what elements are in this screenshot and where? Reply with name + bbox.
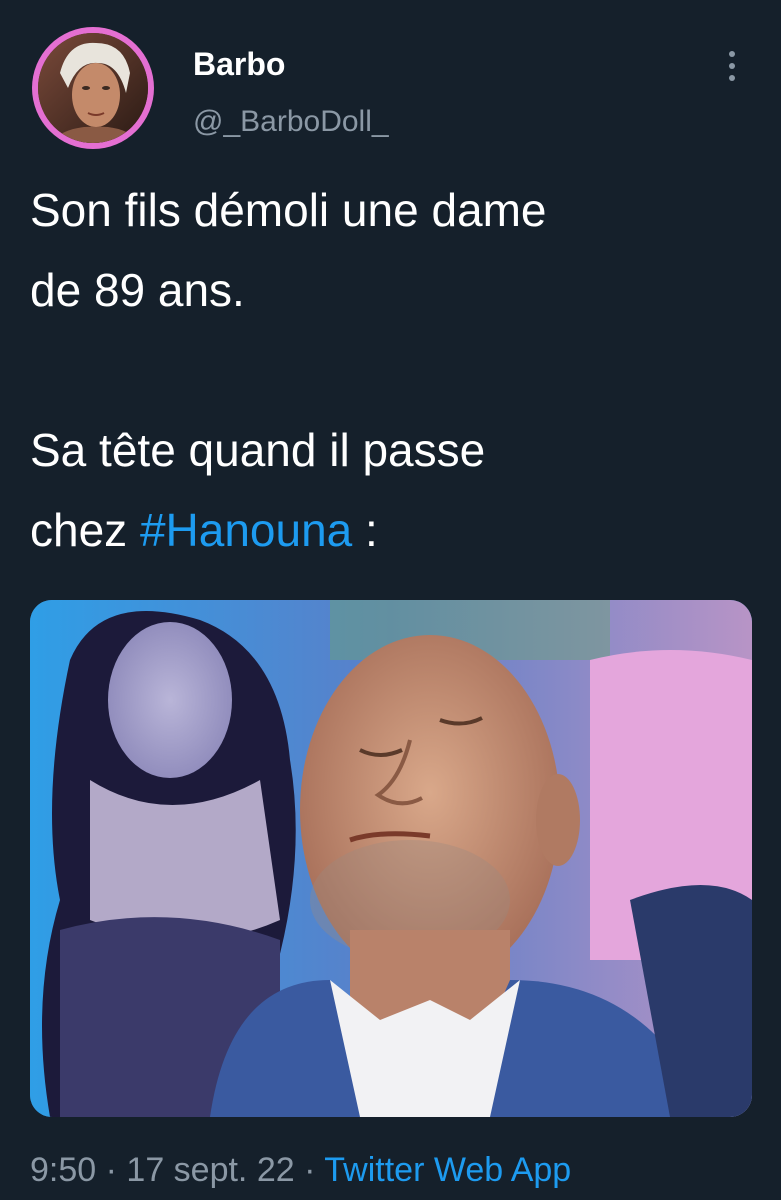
avatar[interactable] xyxy=(32,27,154,149)
tweet-source-link[interactable]: Twitter Web App xyxy=(324,1151,571,1189)
tweet-text-segment: chez xyxy=(30,504,140,556)
tweet-text: Son fils démoli une dame de 89 ans. Sa t… xyxy=(30,170,750,570)
tweet-text-segment: : xyxy=(352,504,378,556)
vertical-ellipsis-icon xyxy=(729,75,735,81)
tweet: Barbo @_BarboDoll_ Son fils démoli une d… xyxy=(0,0,781,1200)
author-handle[interactable]: @_BarboDoll_ xyxy=(193,103,389,141)
tweet-metadata: 9:50 · 17 sept. 22 · Twitter Web App xyxy=(30,1148,571,1192)
tweet-time[interactable]: 9:50 xyxy=(30,1151,96,1189)
meta-separator: · xyxy=(294,1151,325,1189)
tweet-date[interactable]: 17 sept. 22 xyxy=(126,1151,294,1189)
vertical-ellipsis-icon xyxy=(729,51,735,57)
avatar-photo xyxy=(38,33,148,143)
tweet-media-image[interactable] xyxy=(30,600,752,1117)
tweet-text-line: Sa tête quand il passe xyxy=(30,424,486,476)
tweet-text-line: Son fils démoli une dame xyxy=(30,184,547,236)
meta-separator: · xyxy=(96,1151,127,1189)
author-display-name[interactable]: Barbo xyxy=(193,44,285,84)
tweet-text-line: chez #Hanouna : xyxy=(30,490,750,570)
vertical-ellipsis-icon xyxy=(729,63,735,69)
hashtag-link[interactable]: #Hanouna xyxy=(140,504,352,556)
tweet-text-line: de 89 ans. xyxy=(30,264,245,316)
more-options-button[interactable] xyxy=(716,44,748,88)
